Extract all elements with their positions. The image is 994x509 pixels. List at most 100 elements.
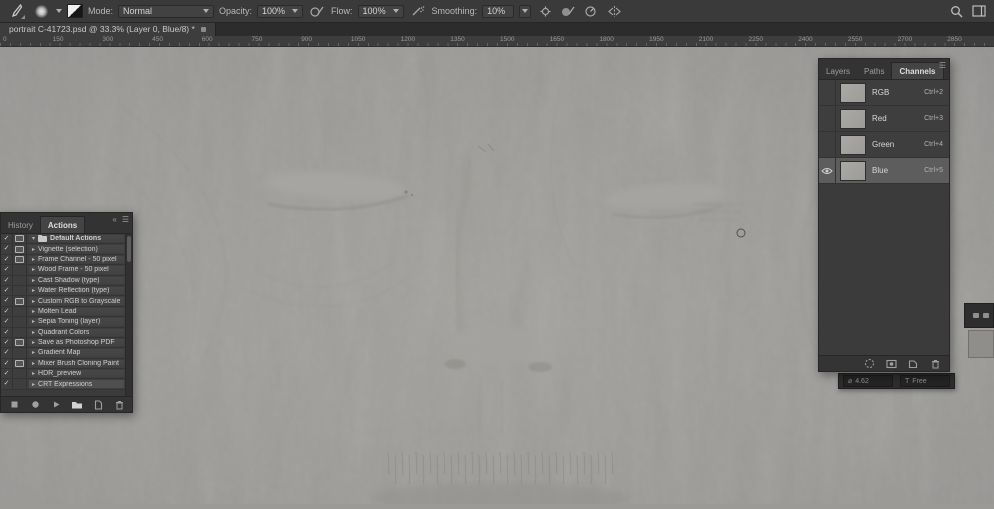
expand-arrow-icon[interactable]: ▸ [32, 298, 35, 305]
dialog-toggle-cell[interactable] [13, 328, 27, 337]
tab-channels[interactable]: Channels [891, 62, 943, 79]
brush-settings-toggle-icon[interactable] [67, 4, 83, 18]
action-row[interactable]: ✓ ▸HDR_preview [1, 369, 126, 379]
expand-arrow-icon[interactable]: ▸ [32, 277, 35, 284]
dialog-toggle-cell[interactable] [13, 265, 27, 274]
dialog-toggle-cell[interactable] [13, 348, 27, 357]
expand-arrow-icon[interactable]: ▸ [32, 329, 35, 336]
action-row-body[interactable]: ▸HDR_preview [29, 370, 124, 377]
dock-icon[interactable] [973, 313, 979, 318]
tab-actions[interactable]: Actions [40, 216, 85, 233]
new-channel-button[interactable] [907, 358, 919, 370]
channel-row[interactable]: GreenCtrl+4 [819, 132, 949, 158]
smoothing-field[interactable]: 10% [482, 5, 514, 18]
dialog-toggle-cell[interactable] [13, 379, 27, 388]
action-toggle-checkbox[interactable]: ✓ [1, 276, 13, 285]
expand-arrow-icon[interactable]: ▸ [32, 370, 35, 377]
dialog-toggle-cell[interactable] [13, 307, 27, 316]
action-row[interactable]: ✓ ▸Water Reflection (type) [1, 286, 126, 296]
action-row[interactable]: ✓ ▸Mixer Brush Cloning Paint Setup [1, 359, 126, 369]
dialog-toggle-cell[interactable] [13, 276, 27, 285]
dialog-toggle-cell[interactable] [13, 255, 27, 264]
action-toggle-checkbox[interactable]: ✓ [1, 255, 13, 264]
action-row-body[interactable]: ▸Water Reflection (type) [29, 287, 124, 294]
action-row-body[interactable]: ▸Sepia Toning (layer) [29, 318, 124, 325]
collapse-arrow-icon[interactable]: ▾ [32, 235, 35, 242]
action-row-body[interactable]: ▸Mixer Brush Cloning Paint Setup [29, 360, 124, 367]
search-button[interactable] [947, 3, 965, 19]
panel-menu-icon[interactable]: ☰ [122, 216, 129, 224]
expand-arrow-icon[interactable]: ▸ [32, 318, 35, 325]
brush-preset-picker[interactable] [31, 2, 51, 20]
action-row-body[interactable]: ▸Save as Photoshop PDF [29, 339, 124, 346]
mini-panel-field[interactable]: ⌀4.62 [843, 375, 893, 387]
expand-arrow-icon[interactable]: ▸ [32, 339, 35, 346]
action-row-body[interactable]: ▸Frame Channel - 50 pixel [29, 256, 124, 263]
dialog-toggle-cell[interactable] [13, 286, 27, 295]
action-row-body[interactable]: ▸Molten Lead [29, 308, 124, 315]
channel-row[interactable]: BlueCtrl+5 [819, 158, 949, 184]
dock-icon[interactable] [983, 313, 989, 318]
action-row[interactable]: ✓▸Gradient Map [1, 348, 126, 358]
action-toggle-checkbox[interactable]: ✓ [1, 379, 13, 388]
dialog-toggle-cell[interactable] [13, 338, 27, 347]
visibility-toggle[interactable] [819, 132, 836, 157]
action-row[interactable]: ✓▸Custom RGB to Grayscale [1, 296, 126, 306]
record-button[interactable] [29, 399, 41, 411]
visibility-toggle[interactable] [819, 80, 836, 105]
action-row-body[interactable]: ▸CRT Expressions [29, 380, 124, 387]
opacity-dropdown[interactable]: 100% [257, 5, 303, 18]
brush-preset-caret[interactable] [56, 9, 62, 13]
new-action-button[interactable] [92, 399, 104, 411]
action-toggle-checkbox[interactable]: ✓ [1, 286, 13, 295]
tab-layers[interactable]: Layers [819, 63, 857, 79]
action-row-body[interactable]: ▸Wood Frame - 50 pixel [29, 266, 124, 273]
expand-arrow-icon[interactable]: ▸ [32, 381, 35, 388]
dialog-toggle-cell[interactable] [13, 244, 27, 253]
scrollbar-thumb[interactable] [127, 236, 131, 262]
action-toggle-checkbox[interactable]: ✓ [1, 234, 13, 243]
action-toggle-checkbox[interactable]: ✓ [1, 369, 13, 378]
expand-arrow-icon[interactable]: ▸ [32, 266, 35, 273]
visibility-toggle[interactable] [819, 158, 836, 183]
workspace-switcher-button[interactable] [970, 3, 988, 19]
delete-channel-button[interactable] [929, 358, 941, 370]
action-toggle-checkbox[interactable]: ✓ [1, 359, 13, 368]
visibility-toggle[interactable] [819, 106, 836, 131]
action-row-body[interactable]: ▸Vignette (selection) [29, 245, 124, 252]
action-row[interactable]: ✓▸Wood Frame - 50 pixel [1, 265, 126, 275]
stop-button[interactable] [8, 399, 20, 411]
horizontal-ruler[interactable]: 0150300450600750900105012001350150016501… [0, 36, 994, 47]
collapsed-dock-strip[interactable] [964, 303, 994, 328]
new-set-button[interactable] [71, 399, 83, 411]
document-tab[interactable]: portrait C-41723.psd @ 33.3% (Layer 0, B… [0, 22, 216, 36]
action-toggle-checkbox[interactable]: ✓ [1, 338, 13, 347]
action-row-body[interactable]: ▾Default Actions [29, 235, 124, 242]
dialog-toggle-cell[interactable] [13, 234, 27, 243]
action-toggle-checkbox[interactable]: ✓ [1, 244, 13, 253]
action-row[interactable]: ✓▸Molten Lead [1, 307, 126, 317]
action-row[interactable]: ✓ ▸CRT Expressions [1, 379, 126, 389]
expand-arrow-icon[interactable]: ▸ [32, 246, 35, 253]
flow-dropdown[interactable]: 100% [358, 5, 404, 18]
dialog-toggle-cell[interactable] [13, 296, 27, 305]
collapse-panel-icon[interactable]: « [112, 216, 116, 224]
close-tab-icon[interactable] [201, 27, 206, 32]
action-row[interactable]: ✓ ▸Save as Photoshop PDF [1, 338, 126, 348]
action-row-body[interactable]: ▸Custom RGB to Grayscale [29, 297, 124, 304]
channel-row[interactable]: RedCtrl+3 [819, 106, 949, 132]
panel-menu-icon[interactable]: ☰ [939, 62, 946, 70]
expand-arrow-icon[interactable]: ▸ [32, 360, 35, 367]
action-row[interactable]: ✓▸Quadrant Colors [1, 328, 126, 338]
pressure-size-button[interactable] [559, 3, 577, 19]
expand-arrow-icon[interactable]: ▸ [32, 308, 35, 315]
smoothing-options-button[interactable] [536, 3, 554, 19]
symmetry-button[interactable] [605, 3, 623, 19]
expand-arrow-icon[interactable]: ▸ [32, 349, 35, 356]
pressure-opacity-button[interactable] [308, 3, 326, 19]
action-row-body[interactable]: ▸Cast Shadow (type) [29, 277, 124, 284]
action-row-body[interactable]: ▸Quadrant Colors [29, 329, 124, 336]
expand-arrow-icon[interactable]: ▸ [32, 256, 35, 263]
actions-scrollbar[interactable] [125, 234, 132, 396]
action-toggle-checkbox[interactable]: ✓ [1, 317, 13, 326]
